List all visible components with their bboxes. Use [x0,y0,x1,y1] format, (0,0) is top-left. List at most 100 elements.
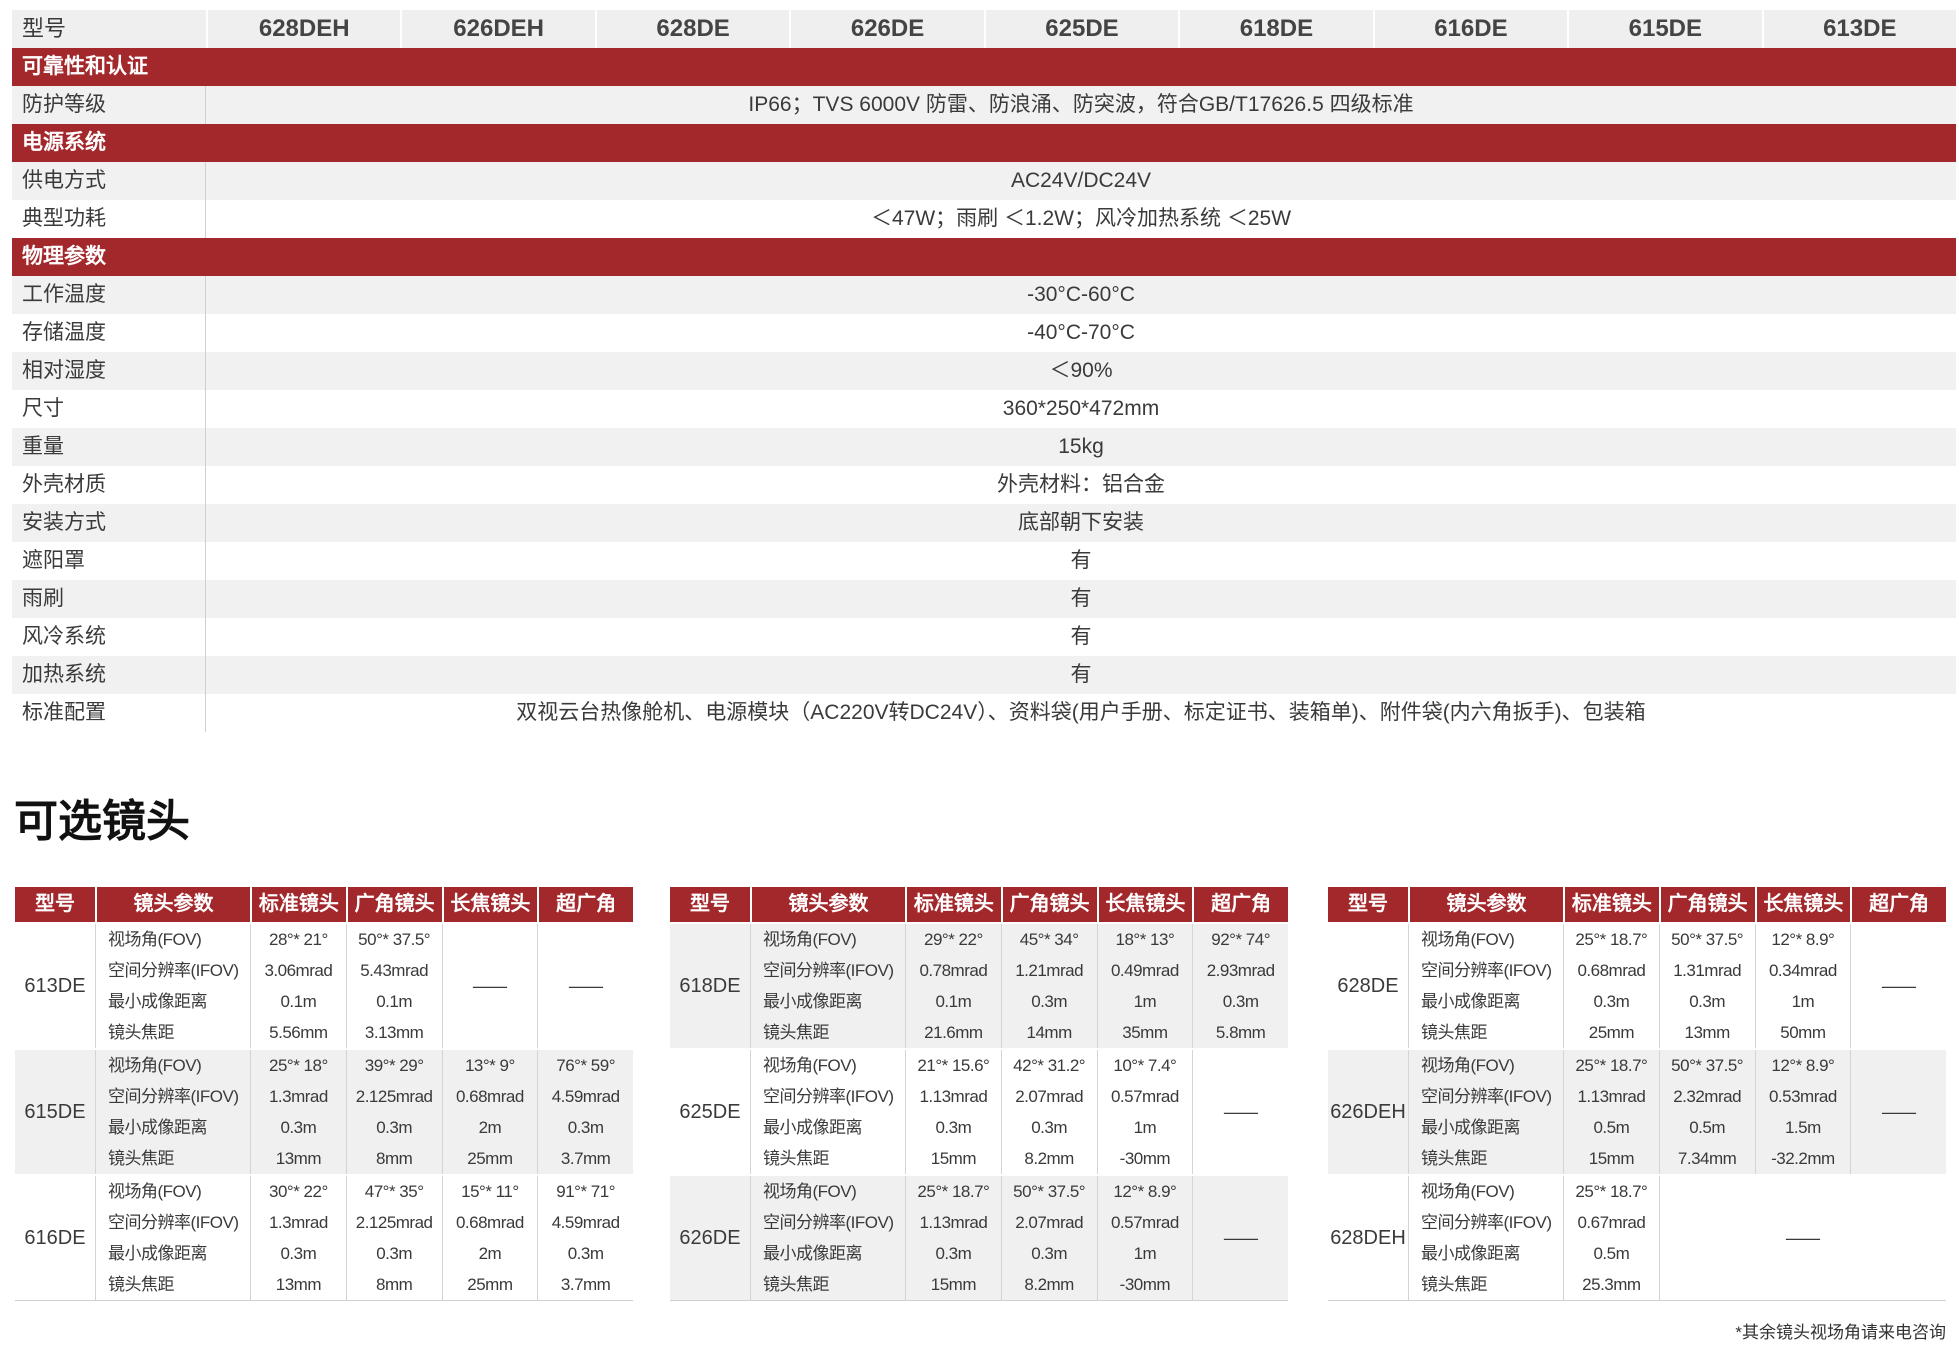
spec-row: 典型功耗 ＜47W；雨刷 ＜1.2W；风冷加热系统 ＜25W [12,200,1956,238]
lens-value: 0.3m [1689,992,1726,1011]
lens-param-label: 最小成像距离 [1421,992,1521,1011]
lens-value: 2.125mrad [355,1213,433,1232]
lens-value: 39°* 29° [364,1056,424,1075]
lens-model-cell: 625DE [679,1100,741,1123]
lens-value: 3.06mrad [264,961,333,980]
lens-param-label: 空间分辨率(IFOV) [108,1087,239,1106]
not-available-cell: — [1192,1176,1288,1300]
lens-param-label: 视场角(FOV) [108,1182,202,1201]
lens-value: 1.13mrad [919,1087,988,1106]
lens-value: 13mm [1684,1023,1731,1042]
model-column-header: 615DE [1567,10,1761,48]
lens-value: 0.3m [280,1244,317,1263]
lens-param-labels: 视场角(FOV) 空间分辨率(IFOV) 最小成像距离 镜头焦距 [750,1176,905,1300]
spec-row: 重量 15kg [12,428,1956,466]
section-header: 电源系统 [12,124,1956,162]
spec-row-label: 工作温度 [12,276,206,314]
lens-value: 25.3mm [1582,1275,1641,1294]
lens-value: 76°* 59° [556,1056,615,1075]
lens-group-row: 616DE 视场角(FOV) 空间分辨率(IFOV) 最小成像距离 镜头焦距 30°* 2… [15,1176,633,1300]
lens-column-header: 标准镜头 [250,887,346,922]
lens-value-column: 39°* 29° 2.125mrad 0.3m 8mm [345,1050,442,1174]
lens-value: 15°* 11° [461,1182,519,1201]
lens-value-column: 28°* 21° 3.06mrad 0.1m 5.56mm [250,924,346,1048]
lens-column-header: 标准镜头 [1563,887,1659,922]
spec-row-label: 雨刷 [12,580,206,618]
lens-value-column: 76°* 59° 4.59mrad 0.3m 3.7mm [537,1050,633,1174]
lens-value: 0.67mrad [1577,1213,1646,1232]
spec-row-label: 典型功耗 [12,200,206,238]
lens-value: 25°* 18.7° [1575,930,1648,949]
spec-row: 相对湿度 ＜90% [12,352,1956,390]
lens-model-cell: 628DE [1337,974,1399,997]
lens-group-row: 626DEH 视场角(FOV) 空间分辨率(IFOV) 最小成像距离 镜头焦距 25°* … [1328,1050,1946,1174]
lens-value: 2.07mrad [1015,1087,1084,1106]
spec-row-value: 双视云台热像舱机、电源模块（AC220V转DC24V）、资料袋(用户手册、标定证… [516,701,1646,724]
lens-param-labels: 视场角(FOV) 空间分辨率(IFOV) 最小成像距离 镜头焦距 [95,1050,250,1174]
lens-group-row: 626DE 视场角(FOV) 空间分辨率(IFOV) 最小成像距离 镜头焦距 25°* 1… [670,1176,1288,1300]
lens-group-row: 618DE 视场角(FOV) 空间分辨率(IFOV) 最小成像距离 镜头焦距 29°* 2… [670,924,1288,1048]
not-available-dash: — [472,975,507,996]
lens-group-row: 628DE 视场角(FOV) 空间分辨率(IFOV) 最小成像距离 镜头焦距 25°* 1… [1328,924,1946,1048]
spec-row-label: 外壳材质 [12,466,206,504]
lens-value-column: 92°* 74° 2.93mrad 0.3m 5.8mm [1192,924,1288,1048]
lens-value-column: 45°* 34° 1.21mrad 0.3m 14mm [1000,924,1097,1048]
lens-param-labels: 视场角(FOV) 空间分辨率(IFOV) 最小成像距离 镜头焦距 [95,1176,250,1300]
lens-column-header: 超广角 [1192,887,1288,922]
spec-row-value: 有 [1070,549,1092,572]
lens-value: 2.07mrad [1015,1213,1084,1232]
spec-row-value: 有 [1070,663,1092,686]
lens-value: 10°* 7.4° [1113,1056,1177,1075]
lens-value: 21.6mm [924,1023,983,1042]
spec-header-label: 型号 [22,16,67,41]
lens-value: 0.1m [280,992,317,1011]
lens-value: 0.68mrad [1577,961,1646,980]
lens-value-column: 12°* 8.9° 0.57mrad 1m -30mm [1096,1176,1193,1300]
lens-value: 13°* 9° [464,1056,515,1075]
lens-param-label: 空间分辨率(IFOV) [763,1087,894,1106]
lens-value: 0.3m [1031,992,1068,1011]
spec-header-row: 型号 628DEH 626DEH 628DE 626DE 625DE 618DE 616DE 6… [12,10,1956,48]
lens-value: 1.13mrad [1577,1087,1646,1106]
lens-value: 5.56mm [269,1023,328,1042]
lens-param-labels: 视场角(FOV) 空间分辨率(IFOV) 最小成像距离 镜头焦距 [750,924,905,1048]
spec-row: 遮阳罩 有 [12,542,1956,580]
lens-model-cell: 613DE [24,974,86,997]
lens-param-label: 视场角(FOV) [108,1056,202,1075]
spec-row: 外壳材质 外壳材料：铝合金 [12,466,1956,504]
lens-param-label: 最小成像距离 [1421,1244,1521,1263]
model-column-header: 628DE [594,10,789,48]
lens-value-column: 91°* 71° 4.59mrad 0.3m 3.7mm [537,1176,633,1300]
lens-param-labels: 视场角(FOV) 空间分辨率(IFOV) 最小成像距离 镜头焦距 [95,924,250,1048]
spec-row-label: 标准配置 [12,694,206,732]
lens-header-row: 型号 镜头参数 标准镜头 广角镜头 长焦镜头 超广角 [15,887,633,922]
lens-param-label: 镜头焦距 [108,1023,175,1042]
spec-row: 安装方式 底部朝下安装 [12,504,1956,542]
lens-model-cell: 615DE [24,1100,86,1123]
lens-value: 50°* 37.5° [1671,930,1744,949]
lens-value: 15mm [1588,1149,1635,1168]
lens-value: 50°* 37.5° [1671,1056,1744,1075]
lens-value-column: 10°* 7.4° 0.57mrad 1m -30mm [1096,1050,1193,1174]
model-column-header: 625DE [983,10,1178,48]
lens-value: 0.78mrad [919,961,988,980]
lens-value: 1m [1133,992,1157,1011]
lens-value: 1.21mrad [1015,961,1084,980]
spec-row-label: 安装方式 [12,504,206,542]
not-available-cell: — [441,924,538,1048]
spec-row-label: 重量 [12,428,206,466]
lens-value: 0.3m [1593,992,1630,1011]
lens-param-label: 空间分辨率(IFOV) [108,1213,239,1232]
lens-value: 25°* 18.7° [1575,1056,1648,1075]
lens-table: 型号 镜头参数 标准镜头 广角镜头 长焦镜头 超广角 613DE 视场角(FOV) 空间分辨率(… [15,887,633,1301]
lens-param-label: 空间分辨率(IFOV) [1421,1087,1552,1106]
section-title: 电源系统 [22,131,106,154]
lens-value: 0.57mrad [1110,1087,1179,1106]
spec-row-label: 存储温度 [12,314,206,352]
lens-value: 0.3m [567,1244,604,1263]
lens-value-column: 21°* 15.6° 1.13mrad 0.3m 15mm [905,1050,1001,1174]
lens-value-column: 50°* 37.5° 1.31mrad 0.3m 13mm [1658,924,1755,1048]
lens-param-label: 镜头焦距 [1421,1149,1488,1168]
spec-row-label: 加热系统 [12,656,206,694]
lens-value: 12°* 8.9° [1113,1182,1177,1201]
